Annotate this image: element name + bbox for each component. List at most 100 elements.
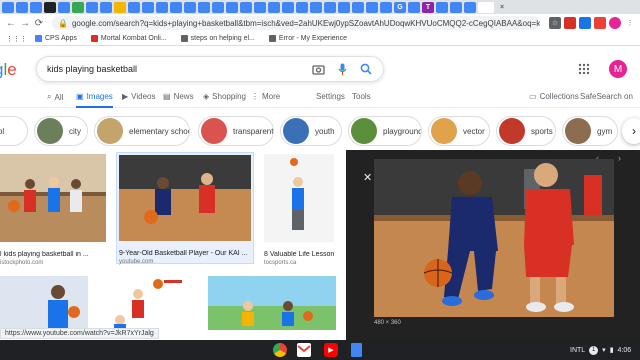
twitch-icon: T xyxy=(425,3,431,11)
browser-tab[interactable] xyxy=(212,1,224,13)
apps-grid-icon[interactable] xyxy=(578,63,592,77)
result-thumbnail xyxy=(208,276,336,330)
chip-sports[interactable]: sports xyxy=(496,116,556,146)
result-thumbnail xyxy=(0,276,88,330)
browser-tab[interactable] xyxy=(2,1,14,13)
browser-tab[interactable] xyxy=(352,1,364,13)
tab-news[interactable]: ▤ News xyxy=(163,92,194,101)
tab-images[interactable]: ▣ Images xyxy=(76,92,113,108)
youtube-icon[interactable]: ▶ xyxy=(324,343,338,357)
image-result[interactable]: l kids playing basketball in ... istockp… xyxy=(0,154,106,266)
bookmark-item[interactable]: steps on helping el... xyxy=(180,35,255,42)
browser-tab[interactable] xyxy=(478,1,494,13)
tools-link[interactable]: Tools xyxy=(352,92,371,101)
tab-more[interactable]: ⋮ More xyxy=(251,92,280,101)
bookmark-item[interactable]: CPS Apps xyxy=(35,35,77,42)
image-result[interactable] xyxy=(208,276,336,333)
chevron-right-icon[interactable]: › xyxy=(622,118,640,144)
tab-all[interactable]: ⌕ All xyxy=(47,92,63,102)
browser-tab[interactable] xyxy=(100,1,112,13)
bookmark-item[interactable]: Mortal Kombat Onli... xyxy=(90,35,167,42)
address-url: google.com/search?q=kids+playing+basketb… xyxy=(71,18,540,28)
chip-transparent[interactable]: transparent xyxy=(198,116,274,146)
browser-tab[interactable] xyxy=(16,1,28,13)
search-icon[interactable] xyxy=(359,62,373,76)
gmail-icon[interactable] xyxy=(297,343,311,357)
chip-vector[interactable]: vector xyxy=(428,116,490,146)
browser-tab[interactable] xyxy=(184,1,196,13)
back-icon[interactable]: ← xyxy=(4,16,18,30)
news-icon: ▤ xyxy=(163,92,171,101)
browser-tab[interactable] xyxy=(226,1,238,13)
collections-link[interactable]: ▭ Collections xyxy=(529,92,579,101)
safesearch-toggle[interactable]: SafeSearch on xyxy=(580,92,633,101)
browser-tab[interactable] xyxy=(450,1,462,13)
browser-tab[interactable]: T xyxy=(422,1,434,13)
browser-tab[interactable] xyxy=(268,1,280,13)
browser-tab[interactable] xyxy=(282,1,294,13)
menu-icon[interactable]: ⋮ xyxy=(624,17,636,29)
extension-icon[interactable] xyxy=(579,17,591,29)
google-logo[interactable]: gle xyxy=(0,60,17,80)
profile-icon[interactable] xyxy=(609,17,621,29)
browser-tab[interactable] xyxy=(198,1,210,13)
close-icon[interactable]: ✕ xyxy=(363,171,372,184)
chip-playground[interactable]: playground xyxy=(348,116,422,146)
browser-tab[interactable] xyxy=(310,1,322,13)
browser-tab[interactable] xyxy=(72,1,84,13)
tab-shopping[interactable]: ◈ Shopping xyxy=(203,92,246,101)
browser-tab[interactable] xyxy=(142,1,154,13)
status-tray[interactable]: INTL 1 ▾ ▮ 4:06 xyxy=(566,344,631,356)
chrome-icon[interactable] xyxy=(273,343,287,357)
browser-tab[interactable] xyxy=(366,1,378,13)
browser-tab[interactable] xyxy=(170,1,182,13)
extension-icon[interactable] xyxy=(564,17,576,29)
mic-icon[interactable] xyxy=(335,62,349,76)
search-box[interactable]: kids playing basketball xyxy=(36,56,384,82)
star-icon[interactable]: ☆ xyxy=(549,17,561,29)
settings-link[interactable]: Settings xyxy=(316,92,345,101)
chip-youth[interactable]: youth xyxy=(280,116,342,146)
browser-tab[interactable] xyxy=(86,1,98,13)
close-tab-icon[interactable]: × xyxy=(496,2,508,13)
browser-tab[interactable] xyxy=(436,1,448,13)
browser-tab[interactable] xyxy=(254,1,266,13)
browser-tab[interactable] xyxy=(324,1,336,13)
search-input[interactable]: kids playing basketball xyxy=(47,64,301,74)
browser-tab[interactable] xyxy=(44,1,56,13)
image-result-selected[interactable]: 9-Year-Old Basketball Player - Our KAI .… xyxy=(116,152,254,265)
browser-tab[interactable] xyxy=(58,1,70,13)
browser-tab[interactable] xyxy=(408,1,420,13)
browser-tab[interactable] xyxy=(128,1,140,13)
avatar[interactable]: M xyxy=(609,60,627,78)
preview-image[interactable] xyxy=(374,159,614,317)
image-result[interactable] xyxy=(98,276,200,333)
bookmark-favicon-icon xyxy=(268,35,276,42)
apps-grid-icon[interactable]: ⋮⋮⋮ xyxy=(6,35,27,43)
camera-icon[interactable] xyxy=(311,62,325,76)
browser-tab[interactable] xyxy=(114,1,126,13)
chip-city[interactable]: city xyxy=(34,116,88,146)
image-result[interactable] xyxy=(0,276,88,333)
chip-elementary-school[interactable]: elementary school xyxy=(94,116,190,146)
address-bar[interactable]: 🔒 google.com/search?q=kids+playing+baske… xyxy=(52,16,540,30)
browser-tab[interactable] xyxy=(240,1,252,13)
image-result[interactable]: 8 Valuable Life Lessons ... tocsports.ca xyxy=(264,154,334,266)
browser-tab[interactable] xyxy=(296,1,308,13)
extension-icon[interactable] xyxy=(594,17,606,29)
reload-icon[interactable]: ⟳ xyxy=(32,16,46,30)
browser-tab[interactable] xyxy=(464,1,476,13)
docs-icon[interactable] xyxy=(351,343,362,357)
next-icon[interactable]: › xyxy=(618,153,621,163)
browser-tab[interactable] xyxy=(30,1,42,13)
bookmark-item[interactable]: Error - My Experience xyxy=(268,35,347,42)
browser-tab[interactable]: G xyxy=(394,1,406,13)
chip-thumbnail xyxy=(351,118,377,144)
browser-tab[interactable] xyxy=(156,1,168,13)
chip-gym[interactable]: gym xyxy=(562,116,618,146)
browser-tab[interactable] xyxy=(338,1,350,13)
forward-icon[interactable]: → xyxy=(18,16,32,30)
chip-school[interactable]: school xyxy=(0,116,28,146)
browser-tab[interactable] xyxy=(380,1,392,13)
tab-videos[interactable]: ▶ Videos xyxy=(122,92,155,101)
